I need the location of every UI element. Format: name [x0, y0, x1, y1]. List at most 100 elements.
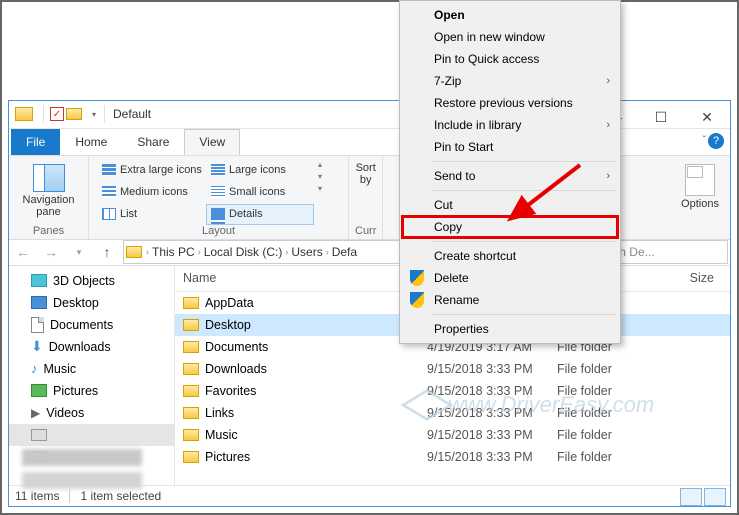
- file-date: 9/15/2018 3:33 PM: [427, 362, 557, 376]
- file-row[interactable]: Music9/15/2018 3:33 PMFile folder: [175, 424, 730, 446]
- download-icon: ⬇: [31, 338, 43, 355]
- chevron-right-icon: ›: [606, 170, 610, 182]
- back-button[interactable]: ←: [11, 240, 35, 264]
- crumb[interactable]: Local Disk (C:): [201, 245, 286, 259]
- col-size[interactable]: Size: [650, 271, 730, 285]
- cube-icon: [31, 274, 47, 287]
- forward-button[interactable]: →: [39, 240, 63, 264]
- file-row[interactable]: Pictures9/15/2018 3:33 PMFile folder: [175, 446, 730, 468]
- menu-copy[interactable]: Copy: [402, 216, 618, 238]
- window-title: Default: [113, 107, 151, 121]
- col-name[interactable]: Name: [175, 271, 425, 285]
- group-layout: Extra large icons Large icons Medium ico…: [89, 156, 349, 239]
- file-row[interactable]: Favorites9/15/2018 3:33 PMFile folder: [175, 380, 730, 402]
- crumb[interactable]: Defa: [329, 245, 360, 259]
- file-type: File folder: [557, 406, 652, 420]
- folder-icon: [183, 451, 199, 463]
- file-date: 9/15/2018 3:33 PM: [427, 450, 557, 464]
- group-panes: Navigation pane Panes: [9, 156, 89, 239]
- folder-icon: [15, 107, 33, 121]
- tree-videos[interactable]: ▶Videos: [9, 402, 174, 424]
- tree-downloads[interactable]: ⬇Downloads: [9, 336, 174, 358]
- tab-home[interactable]: Home: [60, 129, 122, 155]
- file-name: AppData: [205, 296, 427, 310]
- file-row[interactable]: Links9/15/2018 3:33 PMFile folder: [175, 402, 730, 424]
- qat-checkbox-icon[interactable]: ✓: [50, 107, 64, 121]
- help-icon[interactable]: ?: [708, 133, 724, 149]
- tab-share[interactable]: Share: [122, 129, 184, 155]
- navigation-pane-icon: [33, 164, 65, 192]
- folder-icon: [183, 385, 199, 397]
- menu-delete[interactable]: Delete: [402, 267, 618, 289]
- file-name: Downloads: [205, 362, 427, 376]
- view-details-button[interactable]: [680, 488, 702, 506]
- tree-desktop[interactable]: Desktop: [9, 292, 174, 314]
- redacted: [22, 472, 142, 489]
- tab-file[interactable]: File: [11, 129, 60, 155]
- menu-open[interactable]: Open: [402, 4, 618, 26]
- group-options: Options: [670, 156, 730, 239]
- shield-icon: [410, 292, 424, 308]
- ribbon-collapse-icon[interactable]: ˇ: [703, 135, 706, 146]
- menu-include-library[interactable]: Include in library›: [402, 114, 618, 136]
- tab-view[interactable]: View: [184, 129, 240, 155]
- tree-pictures[interactable]: Pictures: [9, 380, 174, 402]
- menu-7zip[interactable]: 7-Zip›: [402, 70, 618, 92]
- selection-count: 1 item selected: [80, 489, 161, 503]
- menu-create-shortcut[interactable]: Create shortcut: [402, 245, 618, 267]
- view-extra-large[interactable]: Extra large icons: [97, 160, 205, 181]
- navigation-pane-button[interactable]: Navigation pane: [17, 160, 80, 218]
- sort-by-button[interactable]: Sort by: [355, 162, 376, 186]
- view-thumbnails-button[interactable]: [704, 488, 726, 506]
- menu-properties[interactable]: Properties: [402, 318, 618, 340]
- context-menu: Open Open in new window Pin to Quick acc…: [399, 0, 621, 344]
- crumb[interactable]: Users: [288, 245, 325, 259]
- ribbon-tabs: File Home Share View ˇ ?: [9, 129, 730, 155]
- options-button[interactable]: Options: [678, 160, 722, 210]
- view-small[interactable]: Small icons: [206, 182, 314, 203]
- tree-3d-objects[interactable]: 3D Objects: [9, 270, 174, 292]
- folder-icon: [183, 407, 199, 419]
- file-name: Links: [205, 406, 427, 420]
- folder-icon: [183, 319, 199, 331]
- tree-music[interactable]: ♪Music: [9, 358, 174, 380]
- menu-rename[interactable]: Rename: [402, 289, 618, 311]
- menu-pin-start[interactable]: Pin to Start: [402, 136, 618, 158]
- crumb[interactable]: This PC: [149, 245, 198, 259]
- folder-icon: [126, 246, 142, 258]
- document-icon: [31, 317, 44, 333]
- file-name: Desktop: [205, 318, 427, 332]
- menu-restore-versions[interactable]: Restore previous versions: [402, 92, 618, 114]
- file-type: File folder: [557, 450, 652, 464]
- qat-dropdown-icon[interactable]: ▾: [92, 110, 96, 119]
- view-large[interactable]: Large icons: [206, 160, 314, 181]
- up-button[interactable]: ↑: [95, 240, 119, 264]
- file-row[interactable]: Downloads9/15/2018 3:33 PMFile folder: [175, 358, 730, 380]
- video-icon: ▶: [31, 406, 40, 420]
- view-details[interactable]: Details: [206, 204, 314, 225]
- pictures-icon: [31, 384, 47, 397]
- view-list[interactable]: List: [97, 204, 205, 225]
- layout-scroll[interactable]: ▴▾▾: [314, 160, 322, 225]
- qat-folder-icon[interactable]: [66, 108, 82, 120]
- folder-icon: [183, 297, 199, 309]
- chevron-right-icon: ›: [606, 75, 610, 87]
- menu-open-new-window[interactable]: Open in new window: [402, 26, 618, 48]
- view-medium[interactable]: Medium icons: [97, 182, 205, 203]
- menu-pin-quick-access[interactable]: Pin to Quick access: [402, 48, 618, 70]
- file-type: File folder: [557, 362, 652, 376]
- menu-cut[interactable]: Cut: [402, 194, 618, 216]
- menu-send-to[interactable]: Send to›: [402, 165, 618, 187]
- group-current-view: Sort by Curr: [349, 156, 383, 239]
- file-type: File folder: [557, 384, 652, 398]
- file-date: 9/15/2018 3:33 PM: [427, 384, 557, 398]
- recent-dropdown-icon[interactable]: ▾: [67, 240, 91, 264]
- file-name: Documents: [205, 340, 427, 354]
- chevron-right-icon: ›: [606, 119, 610, 131]
- tree-local-disk[interactable]: [9, 424, 174, 446]
- file-type: File folder: [557, 428, 652, 442]
- tree-documents[interactable]: Documents: [9, 314, 174, 336]
- file-date: 9/15/2018 3:33 PM: [427, 428, 557, 442]
- item-count: 11 items: [15, 489, 59, 503]
- file-name: Favorites: [205, 384, 427, 398]
